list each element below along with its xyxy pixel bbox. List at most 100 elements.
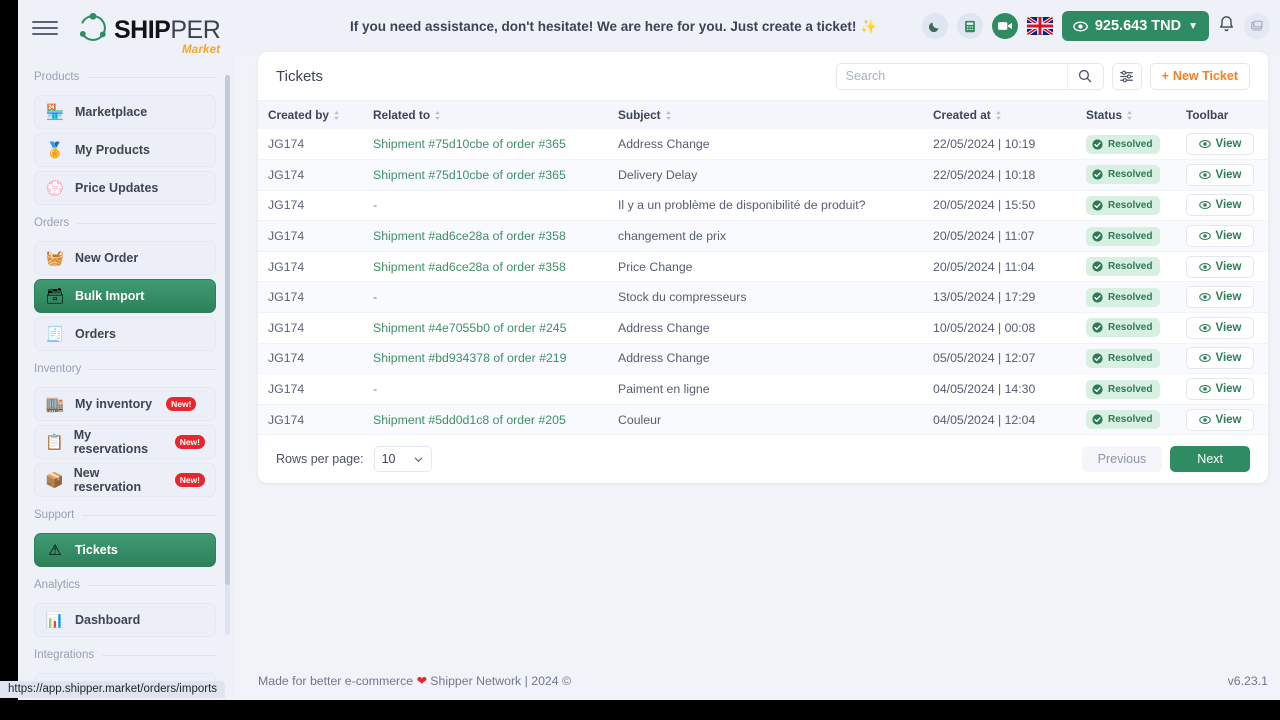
sidebar-section-label: Orders (34, 217, 70, 229)
column-header-created-by[interactable]: Created by (258, 101, 363, 129)
cell-related-to[interactable]: - (363, 190, 608, 222)
column-header-related-to[interactable]: Related to (363, 101, 608, 129)
chevron-down-icon: ▼ (1188, 20, 1198, 32)
view-button[interactable]: View (1186, 408, 1254, 431)
uk-flag-icon[interactable] (1026, 17, 1053, 35)
search-button[interactable] (1066, 63, 1103, 89)
sidebar-item-new-order[interactable]: 🧺 New Order (34, 241, 216, 275)
cell-related-to[interactable]: - (363, 281, 608, 314)
sidebar-item-price-updates[interactable]: 💮 Price Updates (34, 171, 216, 205)
sidebar-item-bulk-import[interactable]: 🗃 Bulk Import (34, 279, 216, 313)
sidebar-section-header: Products (18, 63, 234, 91)
header-actions: 925.643 TND ▼ (921, 11, 1270, 41)
sidebar-item-my-reservations[interactable]: 📋 My reservations New! (34, 425, 216, 459)
search-input[interactable] (836, 63, 1067, 89)
cell-toolbar: View (1176, 404, 1268, 436)
page-title: Tickets (276, 67, 323, 85)
assistance-message-text: If you need assistance, don't hesitate! … (350, 19, 857, 34)
column-header-status[interactable]: Status (1076, 101, 1176, 129)
cell-related-to[interactable]: - (363, 373, 608, 405)
view-button[interactable]: View (1186, 347, 1254, 370)
view-button[interactable]: View (1186, 378, 1254, 401)
cell-related-to[interactable]: Shipment #ad6ce28a of order #358 (363, 220, 608, 252)
sidebar-item-new-reservation[interactable]: 📦 New reservation New! (34, 463, 216, 497)
heart-icon: ❤ (416, 674, 427, 688)
calculator-icon[interactable] (956, 13, 983, 39)
new-ticket-button[interactable]: + New Ticket (1149, 62, 1250, 90)
sidebar-item-orders[interactable]: 🧾 Orders (34, 317, 216, 351)
sidebar-item-my-inventory[interactable]: 🏬 My inventory New! (34, 387, 216, 421)
cell-status: Resolved (1076, 220, 1176, 252)
previous-page-button[interactable]: Previous (1081, 446, 1163, 473)
cell-created-by: JG174 (258, 159, 363, 191)
sidebar-item-my-products[interactable]: 🏅 My Products (34, 133, 216, 167)
table-row[interactable]: JG174- Il y a un problème de disponibilit… (258, 190, 1268, 222)
cell-related-to[interactable]: Shipment #bd934378 of order #219 (363, 343, 608, 375)
cell-toolbar: View (1176, 281, 1268, 314)
next-page-button[interactable]: Next (1170, 446, 1250, 473)
sidebar-item-icon: 🧺 (45, 249, 65, 267)
sliders-icon (1120, 70, 1134, 82)
table-row[interactable]: JG174 Shipment #ad6ce28a of order #358 cha… (258, 220, 1268, 252)
table-row[interactable]: JG174 Shipment #4e7055b0 of order #245 Add… (258, 312, 1268, 344)
sidebar: Products 🏪 Marketplace 🏅 My Products 💮 Price U… (18, 55, 234, 700)
footer-text-after: Shipper Network | 2024 © (430, 674, 572, 688)
sidebar-item-dashboard[interactable]: 📊 Dashboard (34, 603, 216, 637)
sidebar-item-label: Tickets (75, 543, 118, 557)
hamburger-menu-icon[interactable] (32, 18, 58, 38)
table-row[interactable]: JG174 Shipment #75d10cbe of order #365 Del… (258, 159, 1268, 191)
cell-toolbar: View (1176, 343, 1268, 375)
pagination-controls: Previous Next (1081, 446, 1250, 473)
shipper-logo[interactable]: SHIPPER Market (76, 11, 221, 56)
sidebar-section-header: Integrations (18, 641, 234, 669)
cell-status: Resolved (1076, 373, 1176, 405)
cell-related-to[interactable]: Shipment #5dd0d1c8 of order #205 (363, 404, 608, 436)
table-row[interactable]: JG174 Shipment #5dd0d1c8 of order #205 Cou… (258, 404, 1268, 436)
rows-per-page-label: Rows per page: (276, 452, 364, 467)
cell-created-by: JG174 (258, 190, 363, 222)
view-button[interactable]: View (1186, 255, 1254, 278)
cell-toolbar: View (1176, 129, 1268, 161)
view-button[interactable]: View (1186, 225, 1254, 248)
sidebar-scrollbar-thumb[interactable] (225, 75, 230, 585)
status-badge: Resolved (1086, 410, 1161, 430)
top-header-bar: SHIPPER Market If you need assistance, d… (18, 0, 1280, 56)
cell-created-at: 20/05/2024 | 11:07 (923, 220, 1076, 252)
tickets-card-header: Tickets Search + New Ticket (258, 52, 1268, 101)
cell-related-to[interactable]: Shipment #ad6ce28a of order #358 (363, 251, 608, 283)
moon-icon[interactable] (921, 13, 948, 39)
sidebar-item-marketplace[interactable]: 🏪 Marketplace (34, 95, 216, 129)
cell-created-at: 20/05/2024 | 15:50 (923, 190, 1076, 222)
view-button[interactable]: View (1186, 316, 1254, 339)
sidebar-item-tickets[interactable]: ⚠ Tickets (34, 533, 216, 567)
cell-related-to[interactable]: Shipment #75d10cbe of order #365 (363, 129, 608, 161)
table-row[interactable]: JG174 Shipment #ad6ce28a of order #358 Pri… (258, 251, 1268, 283)
sidebar-item-label: Dashboard (75, 613, 141, 627)
column-header-created-at[interactable]: Created at (923, 101, 1076, 129)
table-row[interactable]: JG174 Shipment #bd934378 of order #219 Add… (258, 343, 1268, 375)
cell-related-to[interactable]: Shipment #4e7055b0 of order #245 (363, 312, 608, 344)
check-circle-icon (1092, 261, 1103, 272)
balance-dropdown[interactable]: 925.643 TND ▼ (1061, 11, 1209, 41)
table-row[interactable]: JG174- Stock du compresseurs 13/05/2024 | … (258, 281, 1268, 314)
column-header-subject[interactable]: Subject (608, 101, 923, 129)
view-button[interactable]: View (1186, 133, 1254, 156)
rows-per-page-select[interactable]: 10 (373, 446, 432, 473)
filter-button[interactable] (1111, 62, 1142, 90)
user-avatar-icon[interactable] (1244, 13, 1270, 39)
cell-related-to[interactable]: Shipment #75d10cbe of order #365 (363, 159, 608, 191)
view-button[interactable]: View (1186, 286, 1254, 309)
tickets-table: Created by Related to Subject Created at Sta… (258, 101, 1268, 436)
status-badge: Resolved (1086, 379, 1161, 399)
status-label: Resolved (1108, 261, 1153, 273)
cell-created-at: 22/05/2024 | 10:19 (923, 129, 1076, 161)
table-row[interactable]: JG174- Paiment en ligne 04/05/2024 | 14:30… (258, 373, 1268, 405)
view-button[interactable]: View (1186, 163, 1254, 186)
video-camera-icon[interactable] (991, 13, 1018, 39)
tickets-card: Tickets Search + New Ticket Created by R… (258, 52, 1268, 484)
sidebar-section-header: Inventory (18, 355, 234, 383)
sidebar-item-icon: 🗃 (45, 287, 65, 305)
view-button[interactable]: View (1186, 194, 1254, 217)
table-row[interactable]: JG174 Shipment #75d10cbe of order #365 Add… (258, 129, 1268, 161)
bell-icon[interactable] (1218, 15, 1235, 38)
